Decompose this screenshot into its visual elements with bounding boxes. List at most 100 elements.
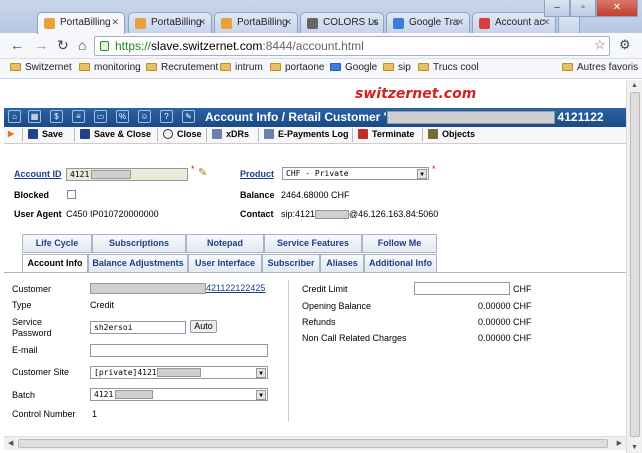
- tab-additional-info[interactable]: Additional Info: [364, 254, 437, 273]
- customer-link[interactable]: 421122122425: [206, 283, 265, 293]
- bookmark-label: Switzernet: [25, 62, 72, 73]
- help-icon[interactable]: ?: [160, 110, 173, 123]
- user-icon[interactable]: ☺: [138, 110, 151, 123]
- scroll-down-icon[interactable]: ▼: [631, 444, 638, 451]
- scroll-thumb[interactable]: [630, 92, 640, 437]
- scroll-right-icon[interactable]: ▶: [617, 439, 622, 447]
- close-window-icon[interactable]: ✕: [596, 0, 638, 17]
- close-tab-icon[interactable]: ✕: [111, 17, 119, 28]
- bookmark-folder[interactable]: intrum: [220, 62, 263, 73]
- contact-suffix: @46.126.163.84:5060: [349, 209, 439, 219]
- terminate-button[interactable]: Terminate: [358, 129, 414, 139]
- tab-account-info[interactable]: Account Info: [22, 254, 88, 273]
- edit-pencil-icon[interactable]: ✎: [198, 166, 207, 179]
- blocked-checkbox[interactable]: [67, 190, 76, 199]
- tab-service-features[interactable]: Service Features: [264, 234, 362, 253]
- objects-button[interactable]: Objects: [428, 129, 475, 139]
- save-button[interactable]: Save: [28, 129, 63, 139]
- epayments-log-button[interactable]: E-Payments Log: [264, 129, 349, 139]
- close-tab-icon[interactable]: ✕: [284, 17, 292, 28]
- portabilling-favicon-icon: [135, 18, 146, 29]
- bookmark-folder[interactable]: portaone: [270, 62, 324, 73]
- other-bookmarks-folder[interactable]: Autres favoris: [562, 62, 638, 73]
- wrench-menu-icon[interactable]: ⚙: [619, 37, 631, 53]
- browser-tab[interactable]: Google Tra ✕: [386, 12, 470, 33]
- tab-notepad[interactable]: Notepad: [186, 234, 264, 253]
- tab-subscriber[interactable]: Subscriber: [262, 254, 320, 273]
- page-title-prefix: Account Info / Retail Customer ': [205, 110, 387, 124]
- expand-arrow-icon[interactable]: ▶: [8, 129, 14, 138]
- bookmark-star-icon[interactable]: ☆: [594, 37, 606, 53]
- service-password-value: sh2ersoi: [94, 323, 133, 332]
- close-tab-icon[interactable]: ✕: [542, 17, 550, 28]
- user-agent-label: User Agent: [14, 209, 62, 219]
- tab-life-cycle[interactable]: Life Cycle: [22, 234, 92, 253]
- bookmark-folder[interactable]: Switzernet: [10, 62, 72, 73]
- product-select[interactable]: CHF - Private ▼: [282, 167, 429, 180]
- scroll-thumb[interactable]: [18, 439, 608, 448]
- auto-button[interactable]: Auto: [190, 320, 217, 333]
- browser-tab[interactable]: PortaBilling ✕: [214, 12, 298, 33]
- service-password-label: Service Password: [12, 317, 52, 338]
- bookmark-folder[interactable]: Recrutement: [146, 62, 218, 73]
- back-icon[interactable]: ←: [10, 37, 24, 53]
- home-icon[interactable]: ⌂: [78, 37, 86, 53]
- tab-user-interface[interactable]: User Interface: [188, 254, 262, 273]
- tab-subscriptions[interactable]: Subscriptions: [92, 234, 186, 253]
- account-id-label[interactable]: Account ID: [14, 169, 62, 179]
- customer-label: Customer: [12, 284, 52, 294]
- grid-icon[interactable]: ▦: [28, 110, 41, 123]
- address-bar[interactable]: https://slave.switzernet.com:8444/accoun…: [94, 36, 610, 56]
- service-password-field[interactable]: sh2ersoi: [90, 321, 186, 334]
- colors-favicon-icon: [307, 18, 318, 29]
- redacted-block: [156, 368, 201, 377]
- scroll-up-icon[interactable]: ▲: [631, 82, 638, 89]
- user-agent-value: C450 IP010720000000: [66, 209, 159, 219]
- batch-select[interactable]: 4121 ▼: [90, 388, 268, 401]
- product-label[interactable]: Product: [240, 169, 274, 179]
- required-marker: *: [432, 164, 436, 174]
- bookmark-folder[interactable]: Trucs cool: [418, 62, 479, 73]
- horizontal-scrollbar[interactable]: ◀ ▶: [4, 436, 626, 450]
- bookmark-folder[interactable]: sip: [383, 62, 411, 73]
- maximize-icon[interactable]: ▫: [570, 0, 596, 17]
- separator: [22, 128, 23, 142]
- bookmark-link[interactable]: Google: [330, 62, 377, 73]
- close-tab-icon[interactable]: ✕: [198, 17, 206, 28]
- bookmark-label: Recrutement: [161, 62, 219, 73]
- contact-prefix: sip:4121: [281, 209, 316, 219]
- card-icon[interactable]: ▭: [94, 110, 107, 123]
- wrench-icon[interactable]: ✎: [182, 110, 195, 123]
- bookmark-label: intrum: [235, 62, 263, 73]
- forward-icon[interactable]: →: [34, 37, 48, 53]
- credit-limit-field[interactable]: [414, 282, 510, 295]
- vertical-scrollbar[interactable]: ▲ ▼: [626, 80, 642, 453]
- save-close-button[interactable]: Save & Close: [80, 129, 151, 139]
- close-tab-icon[interactable]: ✕: [370, 17, 378, 28]
- email-field[interactable]: [90, 344, 268, 357]
- save-label: Save: [42, 129, 64, 139]
- reload-icon[interactable]: ↻: [57, 37, 69, 53]
- customer-site-label: Customer Site: [12, 367, 70, 377]
- percent-icon[interactable]: %: [116, 110, 129, 123]
- list-icon[interactable]: ≡: [72, 110, 85, 123]
- google-translate-favicon-icon: [393, 18, 404, 29]
- close-tab-icon[interactable]: ✕: [456, 17, 464, 28]
- browser-tab[interactable]: PortaBilling ✕: [128, 12, 212, 33]
- tab-aliases[interactable]: Aliases: [320, 254, 364, 273]
- minimize-icon[interactable]: –: [544, 0, 570, 17]
- portabilling-favicon-icon: [44, 18, 55, 29]
- dollar-icon[interactable]: $: [50, 110, 63, 123]
- home-icon[interactable]: ⌂: [8, 110, 21, 123]
- browser-tab[interactable]: PortaBilling ✕: [37, 12, 125, 34]
- close-button[interactable]: Close: [163, 129, 202, 139]
- scroll-left-icon[interactable]: ◀: [8, 439, 13, 447]
- bookmark-folder[interactable]: monitoring: [79, 62, 141, 73]
- tab-balance-adjustments[interactable]: Balance Adjustments: [88, 254, 188, 273]
- tab-follow-me[interactable]: Follow Me: [362, 234, 437, 253]
- redacted-block: [386, 111, 555, 125]
- window-controls: – ▫ ✕: [544, 0, 638, 18]
- customer-site-select[interactable]: [private]4121 ▼: [90, 366, 268, 379]
- browser-tab[interactable]: COLORS Ls ✕: [300, 12, 384, 33]
- xdrs-button[interactable]: xDRs: [212, 129, 249, 139]
